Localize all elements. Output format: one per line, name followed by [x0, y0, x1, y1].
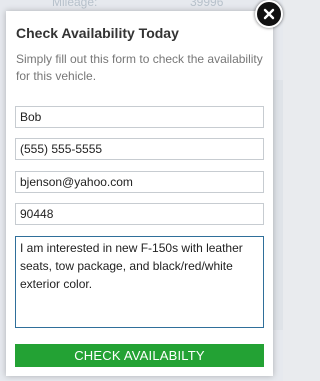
email-field[interactable]	[15, 171, 264, 193]
background-mileage-label: Mileage:	[52, 0, 98, 9]
background-mileage-value: 39996	[190, 0, 224, 9]
modal-description: Simply fill out this form to check the a…	[16, 52, 263, 83]
close-icon	[263, 8, 275, 20]
message-field[interactable]: I am interested in new F-150s with leath…	[15, 236, 264, 328]
check-availability-button[interactable]: CHECK AVAILABILTY	[15, 344, 264, 367]
phone-field[interactable]	[15, 138, 264, 160]
zip-field[interactable]	[15, 203, 264, 225]
close-button[interactable]	[255, 0, 283, 28]
modal-title: Check Availability Today	[16, 25, 179, 41]
name-field[interactable]	[15, 106, 264, 128]
check-availability-modal: Check Availability Today Simply fill out…	[6, 11, 273, 376]
